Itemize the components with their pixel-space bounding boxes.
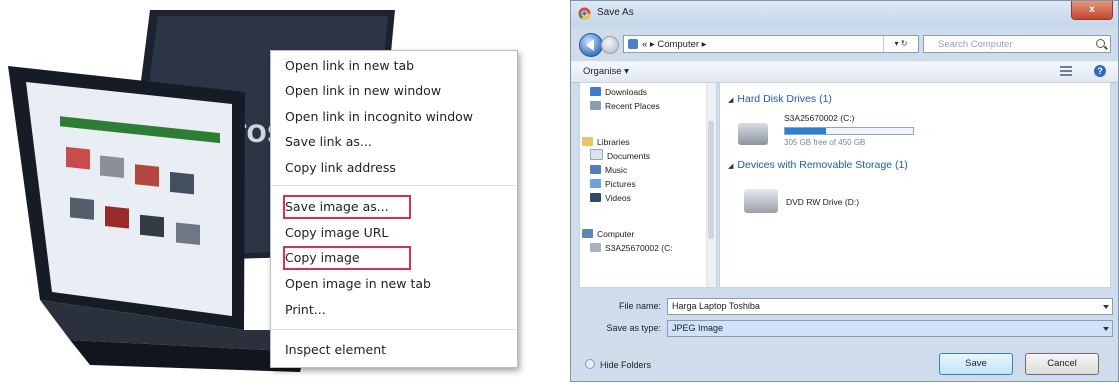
save-type-value: JPEG Image (672, 323, 724, 333)
nav-recent-places[interactable]: Recent Places (590, 99, 660, 113)
chrome-icon (578, 7, 591, 20)
downloads-icon (590, 87, 601, 96)
nav-pictures-label: Pictures (605, 179, 636, 189)
nav-scroll-thumb[interactable] (708, 121, 714, 239)
nav-documents-label: Documents (607, 151, 650, 161)
hide-folders-label: Hide Folders (600, 360, 652, 370)
menu-save-link-as[interactable]: Save link as... (285, 131, 372, 153)
nav-libraries-label: Libraries (597, 137, 630, 147)
menu-copy-image-url[interactable]: Copy image URL (285, 222, 388, 244)
close-button[interactable]: x (1071, 1, 1113, 20)
nav-drive-c[interactable]: S3A25670002 (C: (590, 241, 673, 255)
computer-icon (628, 39, 638, 49)
nav-music[interactable]: Music (590, 163, 627, 177)
documents-icon (590, 149, 603, 160)
menu-save-image-as[interactable]: Save image as... (285, 196, 389, 218)
hard-disk-icon[interactable] (738, 123, 768, 145)
nav-libraries[interactable]: Libraries (582, 135, 630, 149)
command-bar: Organise ▾ ? (571, 61, 1118, 83)
menu-open-link-incognito[interactable]: Open link in incognito window (285, 106, 473, 128)
group-removable-storage[interactable]: ◢ Devices with Removable Storage (1) (728, 159, 908, 171)
cancel-button[interactable]: Cancel (1025, 353, 1099, 375)
videos-icon (590, 193, 601, 202)
group-hard-disk-drives[interactable]: ◢ Hard Disk Drives (1) (728, 93, 832, 105)
libraries-icon (582, 137, 593, 146)
dialog-footer: Hide Folders Save Cancel (571, 347, 1118, 381)
drive-c-free-space: 305 GB free of 450 GB (784, 138, 866, 147)
forward-button[interactable] (601, 36, 619, 54)
nav-videos-label: Videos (605, 193, 631, 203)
group-hard-disk-label: Hard Disk Drives (1) (737, 93, 832, 105)
menu-separator (271, 185, 517, 186)
nav-videos[interactable]: Videos (590, 191, 631, 205)
help-icon[interactable]: ? (1094, 65, 1106, 77)
drive-c-name[interactable]: S3A25670002 (C:) (784, 113, 854, 123)
address-bar[interactable]: « ▸ Computer ▸ ▾ ↻ (623, 35, 919, 53)
dvd-drive-icon[interactable] (744, 189, 778, 213)
navigation-bar: « ▸ Computer ▸ ▾ ↻ Search Computer (571, 27, 1118, 61)
hide-folders-button[interactable]: Hide Folders (585, 359, 651, 370)
back-arrow-icon (586, 39, 594, 51)
content-pane: ◢ Hard Disk Drives (1) S3A25670002 (C:) 3… (719, 82, 1111, 288)
chevron-down-icon[interactable] (1103, 305, 1109, 309)
chevron-down-icon[interactable] (1103, 327, 1109, 331)
nav-downloads[interactable]: Downloads (590, 85, 647, 99)
title-bar: Save As x (571, 1, 1118, 27)
recent-places-icon (590, 101, 601, 110)
navigation-pane: Downloads Recent Places Libraries Docume… (579, 82, 717, 288)
file-name-input[interactable]: Harga Laptop Toshiba (667, 298, 1113, 315)
nav-computer[interactable]: Computer (582, 227, 634, 241)
save-as-dialog: Save As x « ▸ Computer ▸ ▾ ↻ Search Comp… (570, 0, 1119, 382)
collapse-triangle-icon: ◢ (728, 97, 734, 104)
nav-recent-places-label: Recent Places (605, 101, 660, 111)
menu-separator (271, 329, 517, 330)
views-icon[interactable] (1060, 66, 1072, 76)
nav-scrollbar[interactable] (706, 83, 716, 287)
group-removable-label: Devices with Removable Storage (1) (737, 159, 908, 171)
drive-icon (590, 243, 601, 252)
nav-downloads-label: Downloads (605, 87, 648, 97)
pictures-icon (590, 179, 601, 188)
save-type-label: Save as type: (606, 323, 661, 333)
computer-icon (582, 229, 593, 238)
collapse-triangle-icon: ◢ (728, 163, 734, 170)
menu-open-link-new-tab[interactable]: Open link in new tab (285, 55, 414, 77)
file-name-label: File name: (618, 301, 661, 311)
drive-c-usage-fill (785, 128, 826, 134)
save-type-select[interactable]: JPEG Image (667, 320, 1113, 337)
save-button[interactable]: Save (939, 353, 1013, 375)
nav-computer-label: Computer (597, 229, 635, 239)
context-menu: Open link in new tab Open link in new wi… (270, 50, 518, 368)
menu-copy-image[interactable]: Copy image (285, 247, 360, 269)
search-placeholder: Search Computer (938, 39, 1013, 50)
nav-pictures[interactable]: Pictures (590, 177, 636, 191)
nav-music-label: Music (605, 165, 628, 175)
menu-copy-link-address[interactable]: Copy link address (285, 157, 396, 179)
dvd-drive-name[interactable]: DVD RW Drive (D:) (786, 197, 859, 207)
search-icon (1096, 39, 1105, 48)
nav-documents[interactable]: Documents (590, 149, 650, 163)
menu-open-link-new-window[interactable]: Open link in new window (285, 80, 441, 102)
music-icon (590, 165, 601, 174)
dialog-title: Save As (597, 7, 634, 18)
menu-inspect-element[interactable]: Inspect element (285, 339, 386, 361)
breadcrumb[interactable]: « ▸ Computer ▸ (642, 39, 706, 50)
back-button[interactable] (579, 33, 603, 57)
organise-menu[interactable]: Organise ▾ (583, 66, 629, 77)
menu-print[interactable]: Print... (285, 299, 326, 321)
collapse-icon (585, 359, 595, 369)
search-box[interactable]: Search Computer (923, 35, 1111, 53)
refresh-icon[interactable]: ▾ ↻ (883, 36, 918, 52)
menu-open-image-new-tab[interactable]: Open image in new tab (285, 273, 431, 295)
nav-drive-c-label: S3A25670002 (C: (605, 243, 673, 253)
file-name-value: Harga Laptop Toshiba (672, 301, 760, 311)
drive-c-usage-bar (784, 127, 914, 135)
